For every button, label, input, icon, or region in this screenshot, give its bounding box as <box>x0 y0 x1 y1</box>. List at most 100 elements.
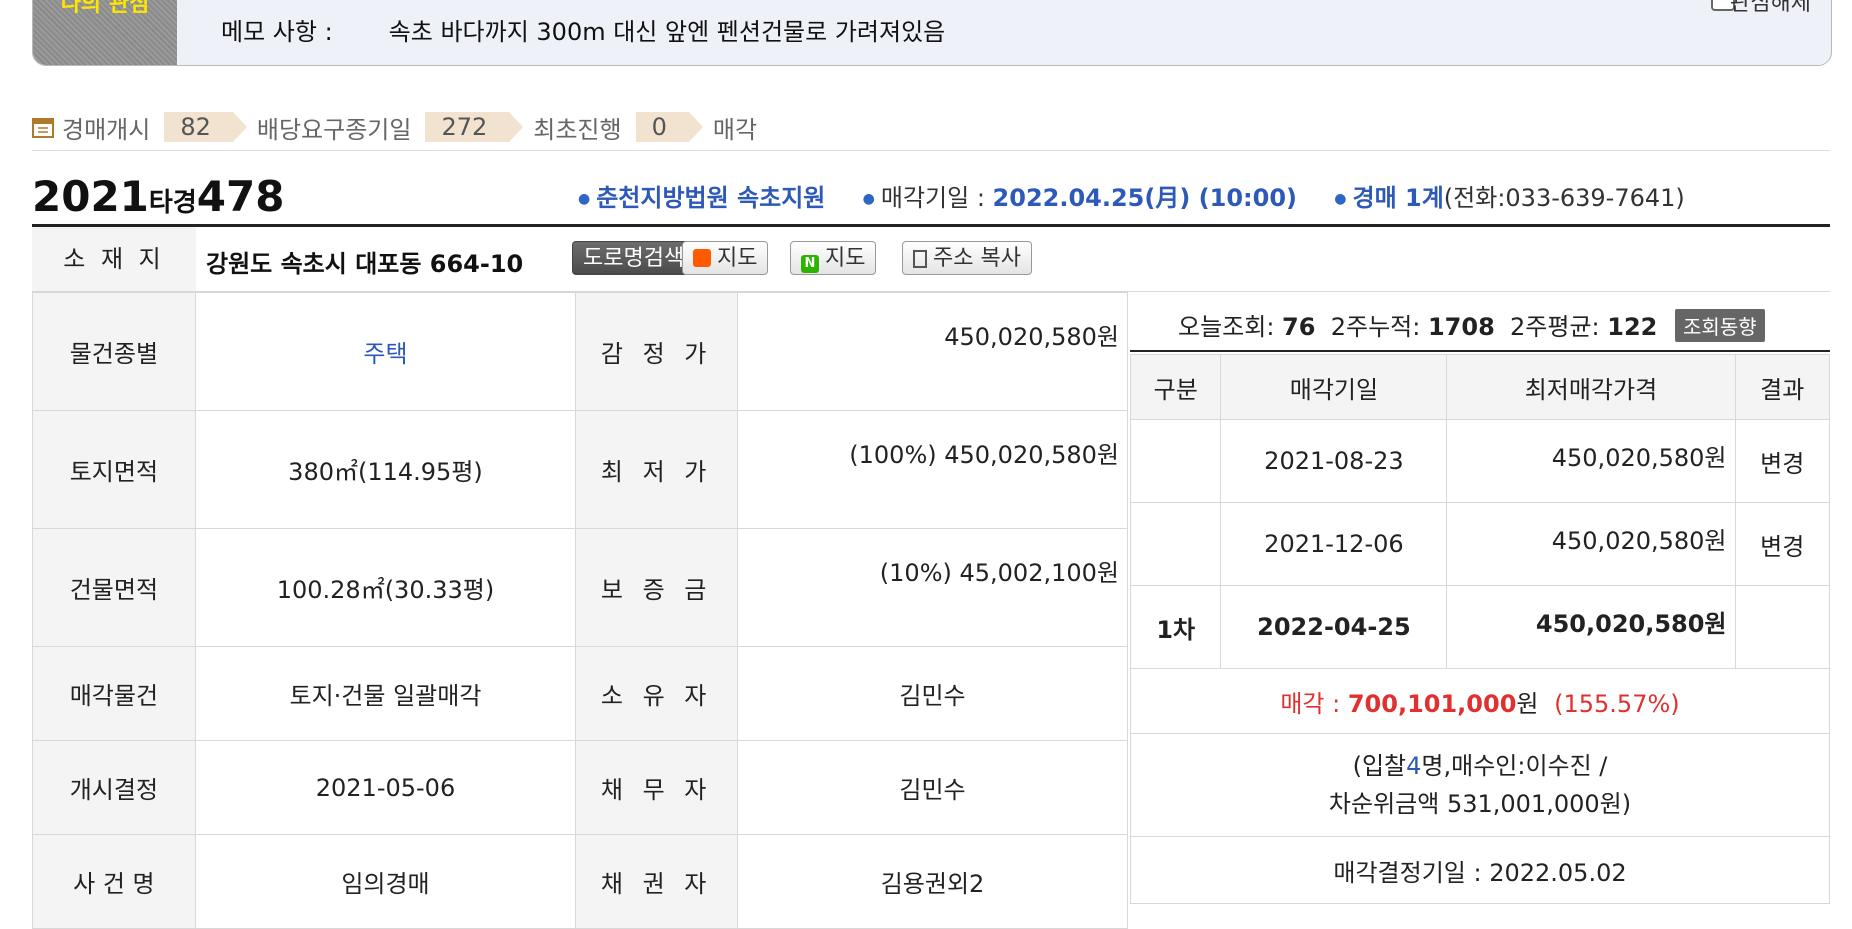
second-bid-amount: 차순위금액 531,001,000원) <box>1328 790 1632 818</box>
sale-date: 2022.04.25(月) (10:00) <box>992 184 1297 212</box>
property-info-table: 물건종별 주택 감 정 가 450,020,580원 토지면적 380㎡(114… <box>32 292 1128 929</box>
progress-step-start: 경매개시 <box>62 115 151 144</box>
label-cell: 채 권 자 <box>575 834 739 929</box>
interest-checkbox-label: 관심해제 <box>1730 0 1811 16</box>
case-name: 임의경매 <box>194 834 577 929</box>
average-label: 2주평균: <box>1510 313 1600 341</box>
land-area: 380㎡(114.95평) <box>194 410 577 529</box>
view-stats: 오늘조회: 76 2주누적: 1708 2주평균: 122 조회동향 <box>1178 307 1765 342</box>
table-row: 매각물건 토지·건물 일괄매각 소 유 자 김민수 <box>32 646 1128 741</box>
column-header: 결과 <box>1734 354 1831 420</box>
memo-line: 메모 사항 : 속초 바다까지 300m 대신 앞엔 펜션건물로 가려져있음 <box>221 12 945 47</box>
buyer-info: 명,매수인:이수진 / <box>1421 752 1608 780</box>
naver-icon: N <box>801 255 819 273</box>
table-row: 토지면적 380㎡(114.95평) 최 저 가 (100%) 450,020,… <box>32 410 1128 529</box>
memo-box: 나의 관심 메모 사항 : 속초 바다까지 300m 대신 앞엔 펜션건물로 가려… <box>32 0 1832 66</box>
table-row: 물건종별 주택 감 정 가 450,020,580원 <box>32 292 1128 411</box>
copy-address-button[interactable]: 주소 복사 <box>902 241 1032 275</box>
copy-address-label: 주소 복사 <box>933 246 1021 271</box>
daum-map-button[interactable]: 지도 <box>682 241 769 275</box>
auction-dept: 경매 1계 <box>1352 184 1444 212</box>
header-rule <box>32 224 1830 227</box>
memo-tag-label: 나의 관심 <box>60 0 150 17</box>
progress-step-sale: 매각 <box>712 115 758 144</box>
bullet-icon: ● <box>578 191 591 207</box>
label-cell: 감 정 가 <box>575 292 739 411</box>
address-label: 소 재 지 <box>32 227 196 291</box>
date-cell: 2021-12-06 <box>1220 502 1448 586</box>
sale-result: 매각 : 700,101,000원 (155.57%) <box>1130 668 1830 734</box>
dept-phone: (전화:033-639-7641) <box>1443 184 1685 212</box>
copy-icon <box>913 250 927 268</box>
price-cell: 450,020,580원 <box>1446 585 1736 669</box>
bid-prefix: (입찰 <box>1352 752 1407 780</box>
building-area: 100.28㎡(30.33평) <box>194 528 577 647</box>
case-year: 2021 <box>32 172 149 221</box>
case-number: 2021타경478 <box>32 172 284 221</box>
property-type-link[interactable]: 주택 <box>363 340 407 368</box>
table-row: 개시결정 2021-05-06 채 무 자 김민수 <box>32 740 1128 835</box>
view-trend-button[interactable]: 조회동향 <box>1675 309 1765 342</box>
label-cell: 소 유 자 <box>575 646 739 741</box>
price-cell: 450,020,580원 <box>1446 502 1736 586</box>
table-row: (입찰4명,매수인:이수진 / 차순위금액 531,001,000원) <box>1130 733 1830 837</box>
naver-map-button[interactable]: N 지도 <box>790 241 877 275</box>
divider <box>32 150 1830 151</box>
progress-count-first: 0 <box>635 112 704 142</box>
label-cell: 토지면적 <box>32 410 196 529</box>
table-row: 2021-08-23 450,020,580원 변경 <box>1129 419 1831 503</box>
label-cell: 최 저 가 <box>575 410 739 529</box>
bullet-icon: ● <box>1334 191 1347 207</box>
memo-tag: 나의 관심 <box>33 0 177 65</box>
bid-count[interactable]: 4 <box>1406 752 1421 780</box>
table-row: 2021-12-06 450,020,580원 변경 <box>1129 502 1831 586</box>
court-link[interactable]: 춘천지방법원 속초지원 <box>596 184 825 212</box>
calendar-icon <box>32 118 54 138</box>
today-views: 76 <box>1282 313 1316 341</box>
date-cell: 2021-08-23 <box>1220 419 1448 503</box>
table-row: 매각 : 700,101,000원 (155.57%) <box>1130 668 1830 734</box>
case-num: 478 <box>196 172 285 221</box>
average-views: 122 <box>1607 313 1658 341</box>
sale-schedule-table: 구분 매각기일 최저매각가격 결과 2021-08-23 450,020,580… <box>1129 354 1831 904</box>
memo-text: 속초 바다까지 300m 대신 앞엔 펜션건물로 가려져있음 <box>388 18 946 46</box>
result-cell <box>1734 585 1831 669</box>
label-cell: 매각물건 <box>32 646 196 741</box>
two-week-views: 1708 <box>1427 313 1495 341</box>
table-row: 건물면적 100.28㎡(30.33평) 보 증 금 (10%) 45,002,… <box>32 528 1128 647</box>
start-decision-date: 2021-05-06 <box>194 740 577 835</box>
table-row: 사 건 명 임의경매 채 권 자 김용권외2 <box>32 834 1128 929</box>
sale-amount: 700,101,000 <box>1347 689 1517 718</box>
table-row: 매각결정기일 : 2022.05.02 <box>1130 836 1830 904</box>
views-rule <box>1130 350 1830 352</box>
decision-date: 매각결정기일 : 2022.05.02 <box>1130 836 1830 904</box>
label-cell: 사 건 명 <box>32 834 196 929</box>
label-cell: 물건종별 <box>32 292 196 411</box>
daum-map-label: 지도 <box>717 246 758 271</box>
road-name-search-button[interactable]: 도로명검색 <box>572 241 696 275</box>
progress-count-start: 82 <box>164 112 247 142</box>
sale-date-label: 매각기일 : <box>880 184 993 212</box>
appraisal-value: 450,020,580원 <box>737 292 1128 411</box>
column-header: 매각기일 <box>1220 354 1448 420</box>
case-type: 타경 <box>148 188 197 218</box>
progress-step-first: 최초진행 <box>533 115 622 144</box>
price-cell: 450,020,580원 <box>1446 419 1736 503</box>
sale-ratio: (155.57%) <box>1554 689 1680 718</box>
sale-unit: 원 <box>1516 689 1539 718</box>
auction-progress: 경매개시 82 배당요구종기일 272 최초진행 0 매각 <box>32 110 771 144</box>
table-row: 1차 2022-04-25 450,020,580원 <box>1129 585 1831 669</box>
label-cell: 건물면적 <box>32 528 196 647</box>
two-week-label: 2주누적: <box>1330 313 1421 341</box>
owner: 김민수 <box>737 646 1128 741</box>
progress-step-claim: 배당요구종기일 <box>256 115 412 144</box>
result-cell: 변경 <box>1734 502 1831 586</box>
progress-count-claim: 272 <box>425 112 524 142</box>
round-cell <box>1129 419 1222 503</box>
today-views-label: 오늘조회: <box>1178 313 1275 341</box>
date-cell: 2022-04-25 <box>1220 585 1448 669</box>
round-cell <box>1129 502 1222 586</box>
table-header-row: 구분 매각기일 최저매각가격 결과 <box>1129 354 1831 420</box>
sale-result-label: 매각 : <box>1280 689 1348 718</box>
result-cell: 변경 <box>1734 419 1831 503</box>
